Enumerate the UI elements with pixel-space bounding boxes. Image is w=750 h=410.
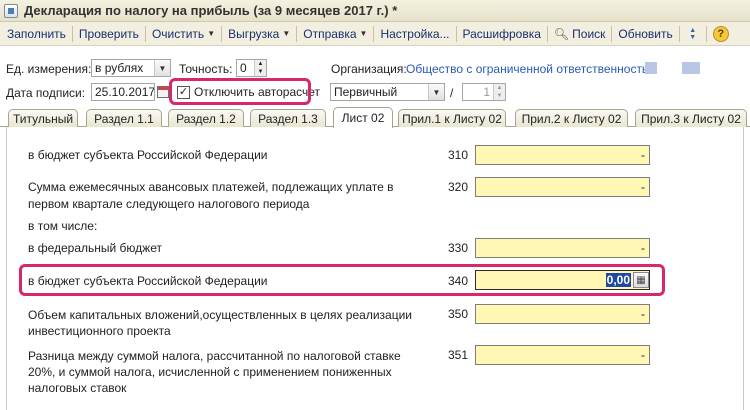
toolbar: Заполнить Проверить Очистить ▼ Выгрузка ▼ …: [0, 22, 750, 46]
disable-autocalc-checkbox[interactable]: ✓ Отключить авторасчет: [177, 85, 320, 99]
spinner-arrows-icon[interactable]: ▲ ▼: [493, 84, 505, 100]
title-bar: Декларация по налогу на прибыль (за 9 ме…: [0, 0, 750, 22]
units-label: Ед. измерения:: [6, 62, 92, 76]
correction-kind-value: Первичный: [334, 85, 398, 99]
toolbar-divider: [678, 25, 680, 42]
toolbar-divider: [546, 25, 548, 42]
export-menu-button[interactable]: Выгрузка ▼: [225, 24, 293, 44]
tab-appendix-1[interactable]: Прил.1 к Листу 02: [398, 109, 506, 127]
organization-link[interactable]: Общество с ограниченной ответственностью: [406, 62, 657, 76]
tab-section-1-2[interactable]: Раздел 1.2: [168, 109, 244, 127]
row-351-code: 351: [448, 348, 469, 362]
decode-button[interactable]: Расшифровка: [460, 24, 544, 44]
row-350-code: 350: [448, 307, 469, 321]
row-330-code: 330: [448, 241, 469, 255]
row-320-field[interactable]: -: [475, 177, 650, 197]
chevron-down-icon: ▼: [207, 29, 216, 38]
help-button[interactable]: ?: [710, 24, 732, 44]
calculator-icon[interactable]: ▦: [633, 272, 649, 288]
tab-section-1-3[interactable]: Раздел 1.3: [250, 109, 326, 127]
tab-appendix-2[interactable]: Прил.2 к Листу 02: [515, 109, 628, 127]
row-340-code: 340: [448, 274, 469, 288]
row-310-field[interactable]: -: [475, 145, 650, 165]
signature-date-label: Дата подписи:: [6, 86, 86, 100]
toolbar-divider: [455, 25, 457, 42]
row-330-field[interactable]: -: [475, 238, 650, 258]
correction-kind-select[interactable]: Первичный ▼: [330, 83, 445, 101]
slash-separator: /: [450, 86, 454, 100]
document-icon: [4, 3, 18, 18]
chevron-down-icon: ▼: [359, 29, 368, 38]
row-351-label-line2: 20%, и суммой налога, исчисленной с прим…: [28, 365, 392, 379]
fill-button[interactable]: Заполнить: [4, 24, 69, 44]
toolbar-divider: [144, 25, 146, 42]
row-340-value: 0,00: [605, 273, 631, 287]
precision-label: Точность:: [179, 62, 233, 76]
row-340-field[interactable]: 0,00 ▦: [475, 270, 650, 290]
search-button[interactable]: 🔍︎ Поиск: [551, 24, 609, 44]
toolbar-divider: [221, 25, 223, 42]
row-310-label: в бюджет субъекта Российской Федерации: [28, 148, 268, 162]
row-340-label: в бюджет субъекта Российской Федерации: [28, 274, 268, 288]
chevron-down-icon[interactable]: ▼: [154, 60, 170, 76]
organization-label: Организация:: [331, 62, 407, 76]
row-351-label-line1: Разница между суммой налога, рассчитанно…: [28, 349, 401, 363]
help-icon: ?: [712, 25, 729, 42]
move-up-down-button[interactable]: ▲ ▼: [683, 24, 703, 44]
units-select[interactable]: в рублях ▼: [91, 59, 171, 77]
toolbar-divider: [296, 25, 298, 42]
calendar-icon[interactable]: [157, 86, 169, 98]
signature-date-value: 25.10.2017: [95, 85, 154, 99]
window-title: Декларация по налогу на прибыль (за 9 ме…: [24, 3, 398, 18]
disable-autocalc-label: Отключить авторасчет: [194, 85, 321, 99]
tab-title-page[interactable]: Титульный: [8, 109, 78, 127]
tab-bar: Титульный Раздел 1.1 Раздел 1.2 Раздел 1…: [0, 107, 750, 128]
row-350-label-line2: инвестиционного проекта: [28, 324, 171, 338]
refresh-button[interactable]: Обновить: [615, 24, 675, 44]
spinner-arrows-icon[interactable]: ▲ ▼: [254, 60, 266, 76]
settings-button[interactable]: Настройка...: [377, 24, 452, 44]
including-label: в том числе:: [28, 219, 98, 233]
correction-number-spinner[interactable]: 1 ▲ ▼: [462, 83, 506, 101]
row-310-code: 310: [448, 148, 469, 162]
tab-section-1-1[interactable]: Раздел 1.1: [86, 109, 162, 127]
row-320-label-line1: Сумма ежемесячных авансовых платежей, по…: [28, 180, 394, 194]
precision-spinner[interactable]: 0 ▲ ▼: [236, 59, 267, 77]
toolbar-divider: [611, 25, 613, 42]
redacted-block: [682, 62, 700, 74]
tab-appendix-3[interactable]: Прил.3 к Листу 02: [635, 109, 747, 127]
clear-menu-button[interactable]: Очистить ▼: [149, 24, 218, 44]
row-350-field[interactable]: -: [475, 304, 650, 324]
row-350-label-line1: Объем капитальных вложений,осуществленны…: [28, 308, 412, 322]
redacted-block: [645, 62, 657, 74]
check-button[interactable]: Проверить: [76, 24, 142, 44]
correction-number-value: 1: [483, 85, 490, 99]
precision-value: 0: [240, 61, 247, 75]
toolbar-divider: [373, 25, 375, 42]
row-330-label: в федеральный бюджет: [28, 241, 162, 255]
toolbar-divider: [71, 25, 73, 42]
chevron-down-icon: ▼: [282, 29, 291, 38]
send-menu-button[interactable]: Отправка ▼: [300, 24, 370, 44]
row-351-field[interactable]: -: [475, 345, 650, 365]
row-351-label-line3: налоговых ставок: [28, 381, 127, 395]
signature-date-input[interactable]: 25.10.2017: [91, 83, 155, 101]
units-value: в рублях: [95, 61, 144, 75]
row-320-label-line2: первом квартале следующего налогового пе…: [28, 197, 310, 211]
checkmark-icon[interactable]: ✓: [177, 85, 190, 99]
search-icon: 🔍︎: [553, 26, 570, 41]
chevron-down-icon[interactable]: ▼: [428, 84, 444, 100]
toolbar-divider: [705, 25, 707, 42]
up-down-arrows-icon: ▲ ▼: [689, 26, 697, 41]
tab-sheet-02[interactable]: Лист 02: [333, 107, 393, 128]
row-320-code: 320: [448, 180, 469, 194]
